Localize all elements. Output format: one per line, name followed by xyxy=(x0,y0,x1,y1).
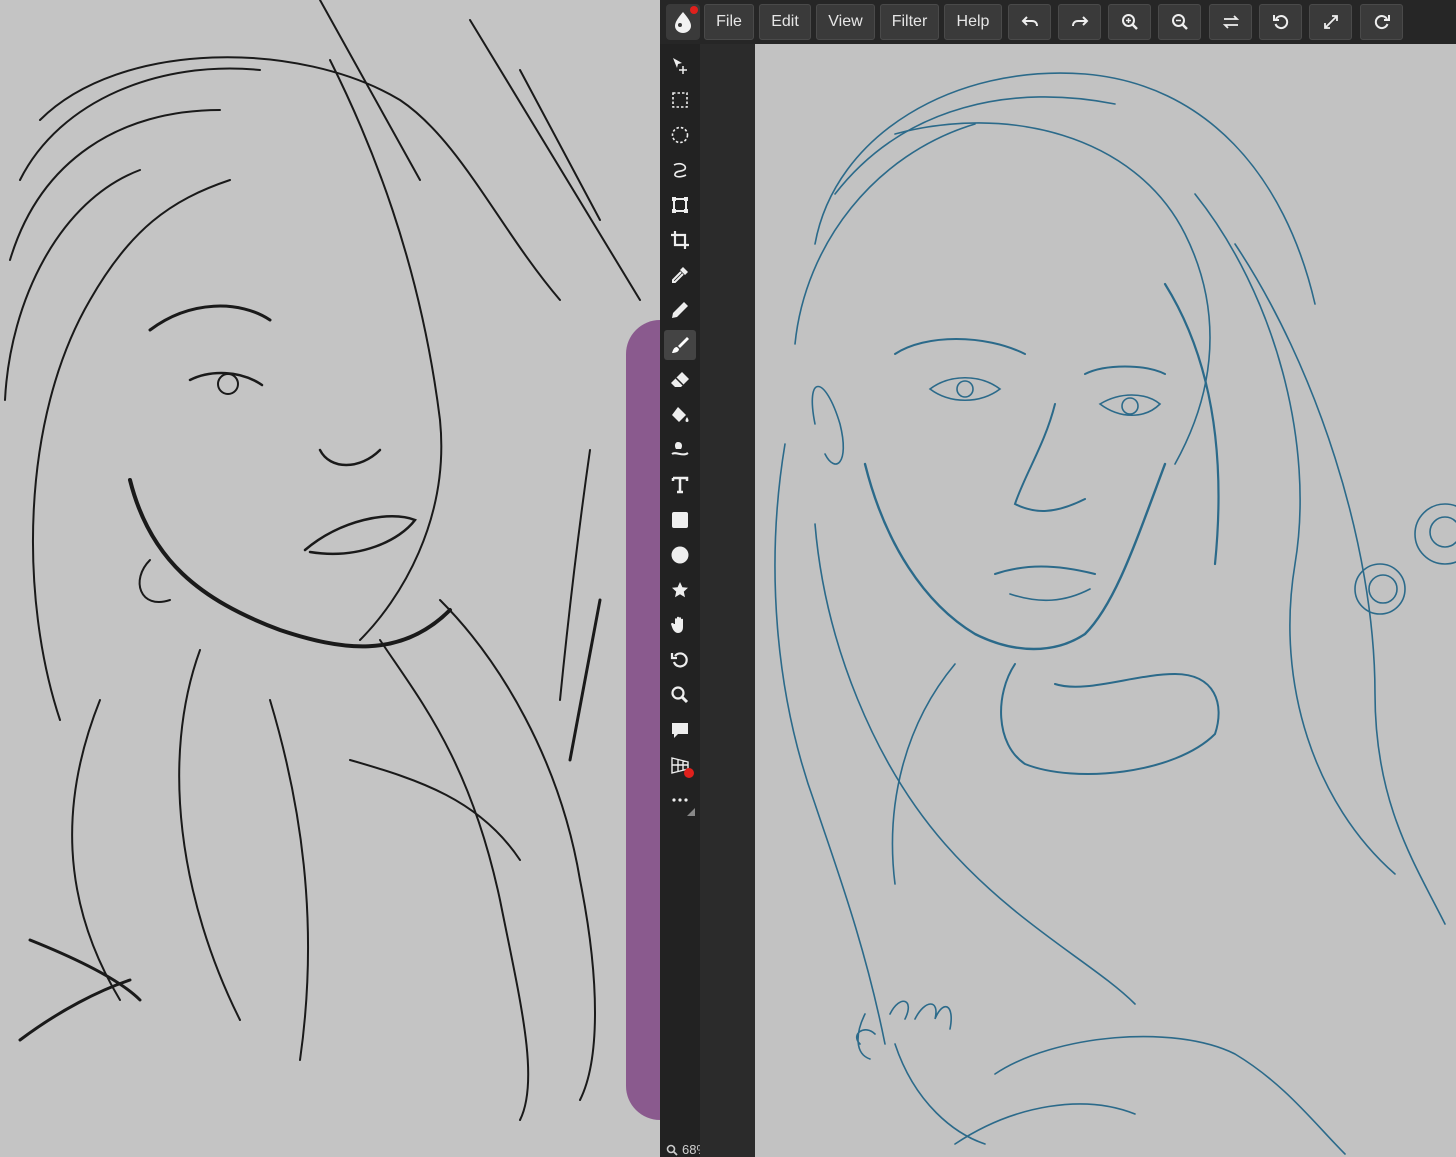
fullscreen-button[interactable] xyxy=(1309,4,1352,40)
lasso-icon xyxy=(673,162,687,178)
flip-icon xyxy=(1222,15,1239,29)
redo-icon xyxy=(1071,16,1088,27)
rectangle-tool[interactable] xyxy=(664,505,696,535)
blue-sketch xyxy=(774,72,1456,1155)
reset-rotate-button[interactable] xyxy=(1259,4,1302,40)
eyedropper-tool[interactable] xyxy=(664,260,696,290)
zoom-indicator-icon xyxy=(666,1144,678,1156)
pencil-icon xyxy=(672,302,688,318)
reference-sketch-panel xyxy=(0,0,660,1157)
zoom-icon xyxy=(671,686,689,704)
ellipse-icon xyxy=(671,546,689,564)
move-select-icon xyxy=(673,58,687,74)
refresh-icon xyxy=(1374,15,1390,30)
zoom-out-icon xyxy=(1171,14,1188,30)
smudge-icon xyxy=(671,442,689,456)
hand-tool[interactable] xyxy=(664,610,696,640)
comment-icon xyxy=(672,723,688,738)
notification-dot xyxy=(690,6,698,14)
fill-icon xyxy=(672,407,689,422)
menu-bar: File Edit View Filter Help xyxy=(660,0,1456,44)
rotate-icon xyxy=(670,652,688,668)
more-icon xyxy=(672,798,688,802)
ellipse-select-icon xyxy=(671,126,689,144)
smudge-tool[interactable] xyxy=(664,435,696,465)
purple-edge-stroke xyxy=(626,320,660,1120)
lasso-tool[interactable] xyxy=(664,155,696,185)
ellipse-select-tool[interactable] xyxy=(664,120,696,150)
reset-rotate-icon xyxy=(1272,15,1288,30)
app-logo-icon[interactable] xyxy=(666,4,700,40)
zoom-tool[interactable] xyxy=(664,680,696,710)
rotate-tool[interactable] xyxy=(664,645,696,675)
rect-select-tool[interactable] xyxy=(664,85,696,115)
menu-file[interactable]: File xyxy=(704,4,754,40)
drawing-app-window: File Edit View Filter Help 68% xyxy=(660,0,1456,1157)
eyedropper-icon xyxy=(672,267,688,283)
pencil-tool[interactable] xyxy=(664,295,696,325)
undo-icon xyxy=(1021,16,1038,27)
canvas-margin xyxy=(700,44,755,1157)
expand-corner-icon xyxy=(687,808,695,816)
brush-tool[interactable] xyxy=(664,330,696,360)
comment-tool[interactable] xyxy=(664,715,696,745)
refresh-button[interactable] xyxy=(1360,4,1403,40)
menu-view[interactable]: View xyxy=(816,4,875,40)
rectangle-icon xyxy=(672,512,688,528)
perspective-tool[interactable] xyxy=(664,750,696,780)
brush-icon xyxy=(672,337,689,353)
text-tool[interactable] xyxy=(664,470,696,500)
undo-button[interactable] xyxy=(1008,4,1051,40)
redo-button[interactable] xyxy=(1058,4,1101,40)
menu-help[interactable]: Help xyxy=(944,4,1002,40)
menu-filter[interactable]: Filter xyxy=(880,4,939,40)
drawing-canvas[interactable] xyxy=(755,44,1456,1157)
star-icon xyxy=(672,582,688,598)
eraser-tool[interactable] xyxy=(664,365,696,395)
move-select-tool[interactable] xyxy=(664,50,696,80)
fill-tool[interactable] xyxy=(664,400,696,430)
star-tool[interactable] xyxy=(664,575,696,605)
crop-icon xyxy=(671,231,689,249)
text-icon xyxy=(671,476,689,494)
zoom-in-button[interactable] xyxy=(1108,4,1151,40)
hand-icon xyxy=(671,616,683,633)
reference-sketch xyxy=(4,0,641,1121)
ellipse-tool[interactable] xyxy=(664,540,696,570)
transform-tool[interactable] xyxy=(664,190,696,220)
rect-select-icon xyxy=(672,92,688,108)
zoom-out-button[interactable] xyxy=(1158,4,1201,40)
flip-button[interactable] xyxy=(1209,4,1252,40)
tool-panel: 68% xyxy=(660,44,708,1157)
crop-tool[interactable] xyxy=(664,225,696,255)
transform-icon xyxy=(672,197,688,213)
menu-edit[interactable]: Edit xyxy=(759,4,811,40)
zoom-in-icon xyxy=(1121,14,1138,30)
eraser-icon xyxy=(671,372,689,387)
perspective-active-dot xyxy=(684,768,694,778)
fullscreen-icon xyxy=(1323,15,1338,29)
